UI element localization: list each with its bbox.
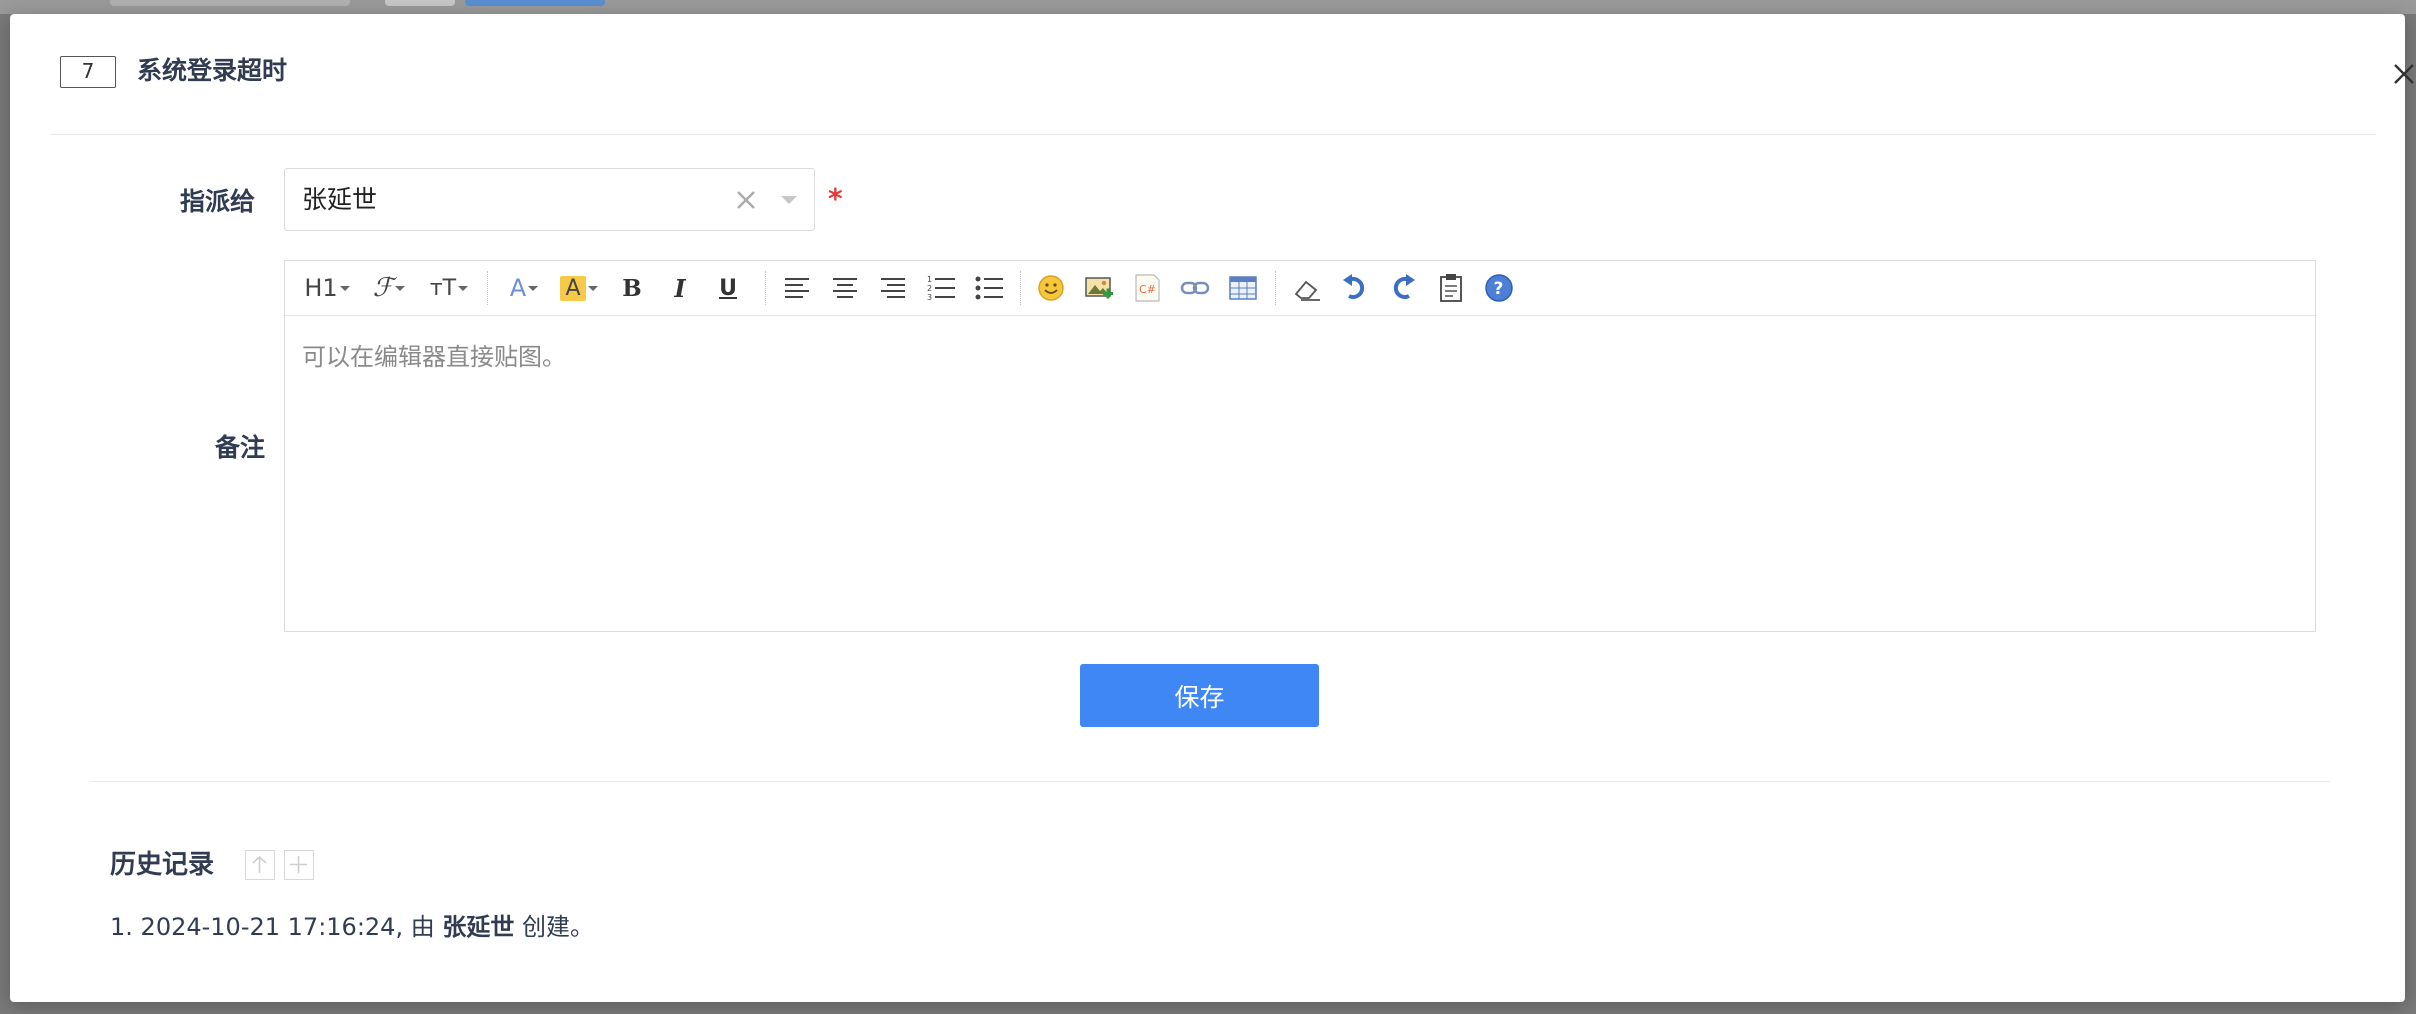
insert-table-button[interactable] [1225,270,1261,306]
remark-label: 备注 [214,433,265,462]
code-icon: C# [1135,274,1160,302]
ordered-list-icon: 123 [927,275,955,301]
dropdown-arrow-icon [528,286,539,291]
highlight-button[interactable]: A [555,270,603,306]
background-tag-blur [465,0,605,6]
emoji-button[interactable] [1033,270,1069,306]
sort-up-button[interactable] [245,850,275,880]
dialog-title: 系统登录超时 [137,56,288,85]
svg-text:3: 3 [927,293,932,301]
svg-text:C#: C# [1139,283,1156,296]
arrow-up-icon [252,855,267,873]
font-color-button[interactable]: A [503,270,545,306]
font-family-button[interactable]: ℱ [367,270,411,306]
help-icon: ? [1485,274,1513,302]
table-icon [1229,276,1257,300]
required-mark: * [828,182,843,215]
assign-dialog: 7 系统登录超时 指派给 张延世 * 备注 H1 ℱ тT A A B I U … [10,14,2414,1002]
history-index: 1. [110,913,133,941]
align-center-button[interactable] [827,270,863,306]
align-left-button[interactable] [779,270,815,306]
expand-all-button[interactable] [284,850,314,880]
section-divider [90,781,2330,782]
save-button[interactable]: 保存 [1080,664,1319,727]
clear-format-button[interactable] [1289,270,1325,306]
help-button[interactable]: ? [1481,270,1517,306]
close-icon [2394,64,2414,84]
dropdown-arrow-icon [458,286,469,291]
editor-toolbar: H1 ℱ тT A A B I U 1 2 3 C# ? [285,261,2315,316]
assign-select[interactable]: 张延世 [284,168,815,231]
history-by: 由 [410,913,435,941]
underline-button[interactable]: U [711,270,745,306]
assign-label: 指派给 [179,187,255,216]
history-item: 1. 2024-10-21 17:16:24, 由 张延世 创建。 [110,907,594,942]
align-right-icon [881,278,905,298]
undo-button[interactable] [1337,270,1373,306]
background-title-blur [110,0,350,6]
history-action: 创建。 [522,913,594,941]
chevron-down-icon[interactable] [781,196,797,204]
plus-icon [290,856,307,873]
align-right-button[interactable] [875,270,911,306]
dropdown-arrow-icon [587,286,598,291]
clear-icon[interactable] [733,187,759,213]
svg-text:2: 2 [927,284,932,293]
toolbar-separator [1020,271,1021,305]
undo-icon [1343,274,1365,299]
heading-button[interactable]: H1 [301,270,353,306]
align-center-icon [833,278,857,298]
task-id-badge: 7 [60,56,116,88]
insert-link-button[interactable] [1177,270,1213,306]
clipboard-icon [1440,274,1462,302]
dialog-header: 7 系统登录超时 [50,14,2414,135]
dropdown-arrow-icon [339,286,350,291]
insert-code-button[interactable]: C# [1129,270,1165,306]
close-button[interactable] [2386,56,2416,92]
font-size-button[interactable]: тT [425,270,473,306]
history-timestamp: 2024-10-21 17:16:24, [140,913,404,941]
redo-button[interactable] [1385,270,1421,306]
eraser-icon [1294,280,1320,301]
toolbar-separator [765,271,766,305]
svg-text:?: ? [1494,279,1504,299]
svg-text:1: 1 [927,275,932,284]
link-icon [1180,281,1210,295]
editor-placeholder: 可以在编辑器直接贴图。 [302,343,566,371]
dropdown-arrow-icon [395,286,406,291]
bullet-list-icon [975,276,1003,300]
image-icon [1085,277,1113,299]
paste-button[interactable] [1433,270,1469,306]
history-user: 张延世 [442,913,515,941]
assign-selected-value: 张延世 [302,185,378,214]
align-left-icon [785,278,809,298]
background-page-strip [0,0,2416,14]
background-badge-blur [385,0,455,6]
ordered-list-button[interactable]: 123 [923,270,959,306]
italic-button[interactable]: I [663,270,697,306]
bullet-list-button[interactable] [971,270,1007,306]
smiley-icon [1038,275,1064,301]
history-title: 历史记录 [110,850,215,880]
toolbar-separator [1275,271,1276,305]
rich-text-editor[interactable]: H1 ℱ тT A A B I U 1 2 3 C# ? 可以在编辑器直接贴图。 [284,260,2316,632]
redo-icon [1393,274,1415,299]
bold-button[interactable]: B [615,270,649,306]
insert-image-button[interactable] [1081,270,1117,306]
toolbar-separator [487,271,488,305]
